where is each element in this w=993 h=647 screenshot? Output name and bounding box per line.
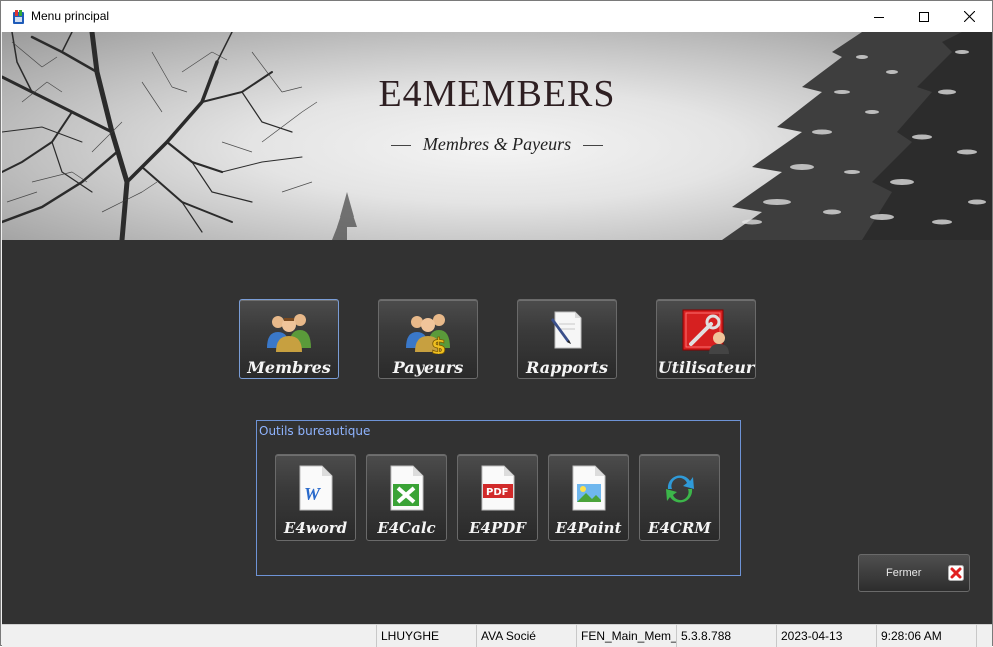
status-time: 9:28:06 AM <box>876 625 976 647</box>
payers-icon: $ <box>406 314 450 354</box>
fermer-label: Fermer <box>886 567 922 579</box>
brand-tagline: Membres & Payeurs <box>2 134 992 155</box>
status-resize-grip[interactable] <box>976 625 992 647</box>
status-company: AVA Socié <box>476 625 576 647</box>
minimize-icon <box>874 16 884 18</box>
pdf-doc-icon: PDF <box>481 465 514 511</box>
fermer-button[interactable]: Fermer <box>858 554 970 592</box>
svg-text:W: W <box>304 484 322 504</box>
reports-button[interactable]: Rapports <box>517 299 617 379</box>
tagline-dash-right <box>583 145 604 147</box>
e4pdf-button[interactable]: PDF E4PDF <box>457 454 538 541</box>
svg-text:$: $ <box>431 335 446 354</box>
e4crm-label: E4CRM <box>648 519 711 537</box>
sync-icon <box>665 475 694 503</box>
close-red-icon <box>948 565 964 581</box>
window-title: Menu principal <box>31 9 110 23</box>
main-menu-area: Membres $ Payeurs Rapports Utilisateur O… <box>2 240 992 624</box>
report-icon <box>551 311 582 349</box>
status-window-id: FEN_Main_Mem_5 <box>576 625 676 647</box>
e4word-label: E4word <box>283 519 348 537</box>
close-window-button[interactable] <box>946 1 992 32</box>
app-icon[interactable] <box>11 9 27 25</box>
user-button[interactable]: Utilisateur <box>656 299 756 379</box>
office-tools-title: Outils bureautique <box>259 424 371 438</box>
application-window: Menu principal E4MEMBERS Membres & Payeu… <box>0 0 993 647</box>
maximize-button[interactable] <box>901 1 947 32</box>
e4calc-label: E4Calc <box>377 519 436 537</box>
header-banner: E4MEMBERS Membres & Payeurs <box>2 32 992 240</box>
e4paint-label: E4Paint <box>555 519 622 537</box>
tagline-text: Membres & Payeurs <box>422 134 572 154</box>
user-tools-icon <box>682 309 729 354</box>
brand-title: E4MEMBERS <box>378 73 616 115</box>
reports-label: Rapports <box>526 358 608 377</box>
e4pdf-label: E4PDF <box>469 519 526 537</box>
user-label: Utilisateur <box>657 358 755 377</box>
title-bar[interactable]: Menu principal <box>1 1 992 32</box>
close-icon <box>963 11 975 22</box>
e4word-button[interactable]: W E4word <box>275 454 356 541</box>
excel-doc-icon <box>390 465 423 511</box>
members-icon <box>267 314 311 352</box>
svg-text:PDF: PDF <box>486 487 508 498</box>
maximize-icon <box>919 11 929 22</box>
status-date: 2023-04-13 <box>776 625 876 647</box>
members-button[interactable]: Membres <box>239 299 339 379</box>
word-doc-icon: W <box>299 465 332 511</box>
members-label: Membres <box>247 358 331 377</box>
status-bar: LHUYGHE AVA Socié FEN_Main_Mem_5 5.3.8.7… <box>2 624 992 647</box>
image-doc-icon <box>572 465 605 511</box>
payers-label: Payeurs <box>392 358 464 377</box>
e4crm-button[interactable]: E4CRM <box>639 454 720 541</box>
payers-button[interactable]: $ Payeurs <box>378 299 478 379</box>
e4calc-button[interactable]: E4Calc <box>366 454 447 541</box>
status-user: LHUYGHE <box>376 625 476 647</box>
minimize-button[interactable] <box>856 1 902 32</box>
status-version: 5.3.8.788 <box>676 625 776 647</box>
tagline-dash-left <box>390 145 411 147</box>
e4paint-button[interactable]: E4Paint <box>548 454 629 541</box>
